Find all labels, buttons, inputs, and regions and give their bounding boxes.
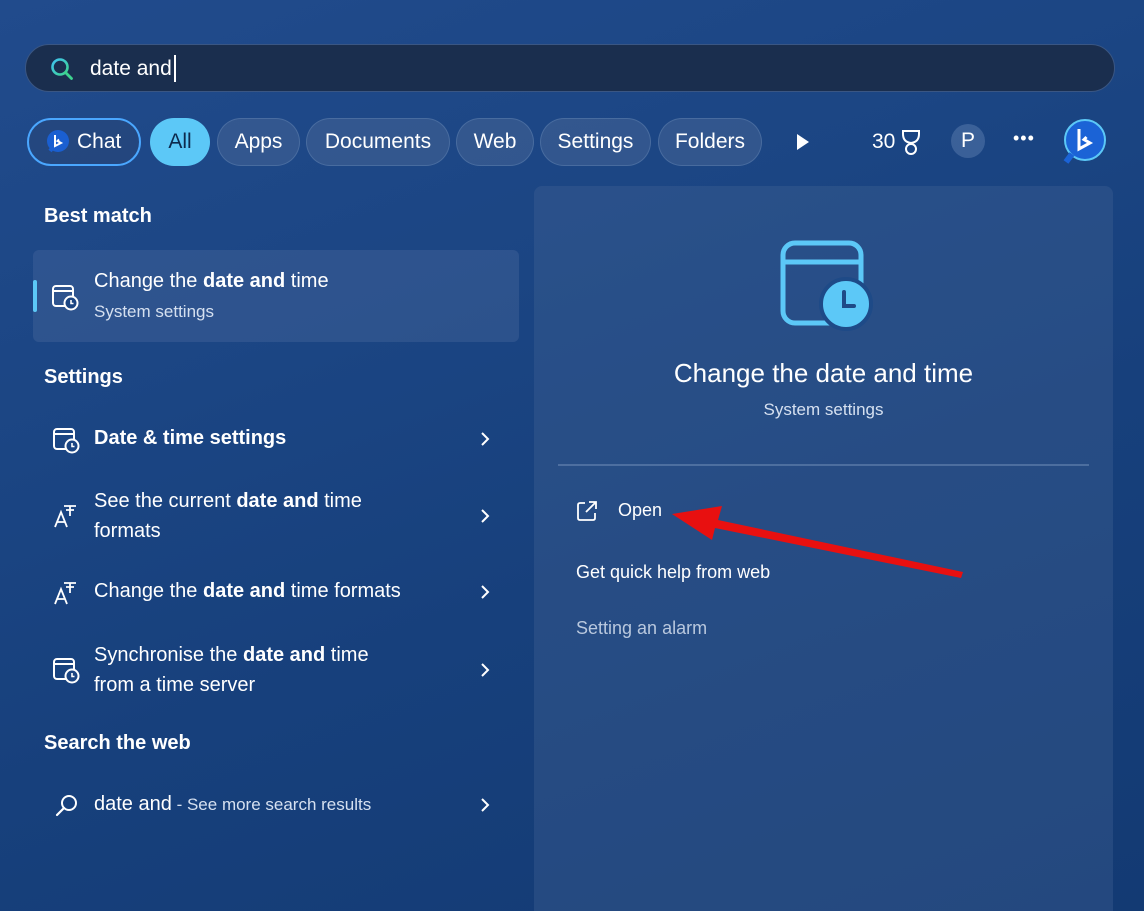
text-format-icon: [54, 582, 76, 605]
tab-documents-label: Documents: [324, 130, 432, 153]
tab-apps-label: Apps: [234, 130, 283, 153]
play-more-tabs-icon[interactable]: [795, 133, 811, 151]
settings-result-label: Date & time settings: [94, 427, 287, 449]
profile-initial: P: [960, 129, 975, 152]
search-input[interactable]: [90, 53, 990, 85]
tab-settings-label: Settings: [557, 130, 634, 153]
more-options-button[interactable]: •••: [1013, 128, 1035, 149]
search-icon: [51, 58, 73, 80]
text-format-icon: [54, 505, 76, 528]
chevron-right-icon: [481, 585, 490, 599]
settings-result-sync-time[interactable]: Synchronise the date and time from a tim…: [33, 638, 519, 702]
search-web-heading: Search the web: [44, 732, 191, 754]
search-icon: [55, 795, 77, 817]
chat-button[interactable]: Chat: [27, 118, 141, 166]
tab-apps[interactable]: Apps: [217, 118, 300, 166]
profile-avatar[interactable]: P: [951, 124, 985, 158]
setting-alarm-link[interactable]: Setting an alarm: [576, 618, 707, 639]
rewards-points[interactable]: 30: [872, 130, 895, 154]
chat-label: Chat: [77, 130, 122, 153]
calendar-clock-icon: [52, 285, 79, 311]
selection-indicator: [33, 280, 37, 312]
settings-result-label-line2: from a time server: [94, 674, 256, 696]
tab-all[interactable]: All: [150, 118, 210, 166]
text-caret: [174, 55, 176, 82]
settings-result-current-formats[interactable]: See the current date and time formats: [33, 484, 519, 548]
bing-chat-icon: [47, 130, 69, 153]
search-bar[interactable]: [25, 44, 1115, 92]
tab-settings[interactable]: Settings: [540, 118, 651, 166]
tab-all-label: All: [168, 130, 192, 153]
calendar-clock-icon: [53, 658, 80, 684]
settings-heading: Settings: [44, 366, 123, 388]
open-label: Open: [618, 500, 663, 520]
open-external-icon: [577, 501, 597, 521]
settings-result-label: Change the date and time formats: [94, 580, 401, 602]
settings-result-change-formats[interactable]: Change the date and time formats: [33, 567, 519, 617]
annotation-arrow-icon: [672, 506, 963, 578]
web-search-result[interactable]: date and - See more search results: [33, 780, 519, 830]
tab-folders-label: Folders: [674, 130, 746, 153]
detail-subtitle: System settings: [763, 400, 884, 419]
tab-web-label: Web: [473, 130, 517, 153]
calendar-clock-large-icon: [780, 240, 873, 331]
tab-documents[interactable]: Documents: [306, 118, 450, 166]
detail-title: Change the date and time: [673, 358, 974, 388]
trophy-icon: [902, 130, 920, 155]
tab-folders[interactable]: Folders: [658, 118, 762, 166]
rewards-points-value: 30: [872, 130, 896, 153]
best-match-heading: Best match: [44, 205, 152, 227]
chevron-right-icon: [481, 798, 490, 812]
settings-result-date-time[interactable]: Date & time settings: [33, 414, 519, 464]
tab-web[interactable]: Web: [456, 118, 534, 166]
detail-divider: [558, 464, 1089, 466]
more-icon: •••: [1013, 128, 1035, 148]
chevron-right-icon: [481, 663, 490, 677]
best-match-title: Change the date and time: [94, 270, 329, 292]
settings-result-label-line2: formats: [94, 520, 161, 542]
chevron-right-icon: [481, 509, 490, 523]
web-search-label: date and - See more search results: [94, 793, 372, 815]
chevron-right-icon: [481, 432, 490, 446]
best-match-result[interactable]: Change the date and time System settings: [33, 250, 519, 342]
bing-icon[interactable]: [1060, 118, 1108, 166]
settings-result-label: Synchronise the date and time: [94, 644, 369, 666]
best-match-subtitle: System settings: [94, 302, 214, 321]
settings-result-label: See the current date and time: [94, 490, 362, 512]
calendar-clock-icon: [53, 428, 80, 454]
